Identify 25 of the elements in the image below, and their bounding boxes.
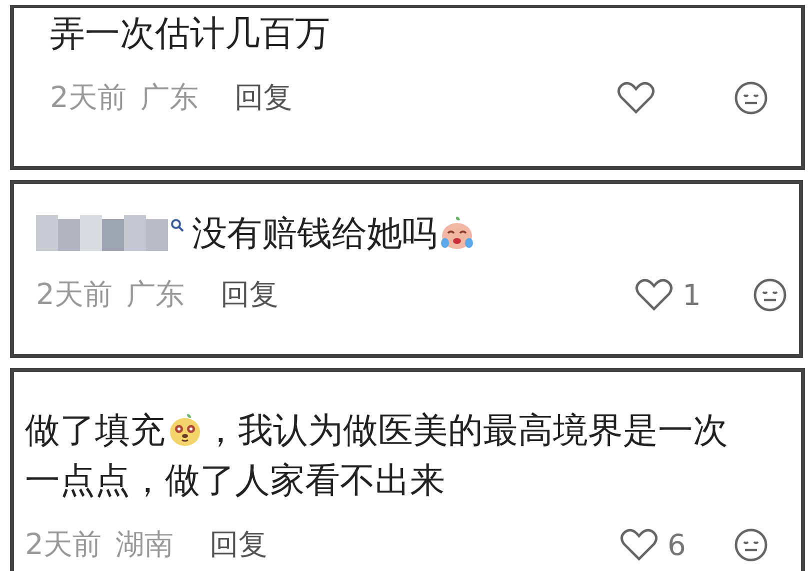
heart-icon[interactable] bbox=[634, 278, 673, 312]
dog-face-icon bbox=[167, 412, 203, 448]
comment-location: 湖南 bbox=[115, 526, 174, 563]
reply-button[interactable]: 回复 bbox=[234, 78, 292, 118]
comment-text: 一点点，做了人家看不出来 bbox=[25, 460, 445, 502]
comment-time: 2天前 bbox=[36, 276, 112, 313]
search-icon bbox=[170, 218, 184, 232]
crying-face-icon bbox=[439, 215, 475, 251]
comment-text: 没有赔钱给她吗 bbox=[192, 212, 437, 256]
heart-icon[interactable] bbox=[620, 528, 658, 562]
dislike-face-icon[interactable] bbox=[734, 528, 768, 562]
comment-time: 2天前 bbox=[25, 526, 102, 563]
reply-button[interactable]: 回复 bbox=[220, 275, 278, 315]
dislike-face-icon[interactable] bbox=[734, 81, 768, 115]
dislike-face-icon[interactable] bbox=[753, 278, 787, 312]
comment-time: 2天前 bbox=[50, 79, 126, 116]
like-count: 1 bbox=[682, 278, 701, 312]
reply-button[interactable]: 回复 bbox=[209, 525, 268, 565]
like-count: 6 bbox=[668, 528, 686, 562]
comment-text: 做了填充 bbox=[25, 410, 165, 452]
comment-location: 广东 bbox=[126, 276, 184, 313]
comment-location: 广东 bbox=[140, 79, 198, 116]
comment-text: ，我认为做医美的最高境界是一次 bbox=[203, 410, 728, 452]
comment-text: 弄一次估计几百万 bbox=[50, 12, 330, 56]
heart-icon[interactable] bbox=[617, 81, 655, 115]
